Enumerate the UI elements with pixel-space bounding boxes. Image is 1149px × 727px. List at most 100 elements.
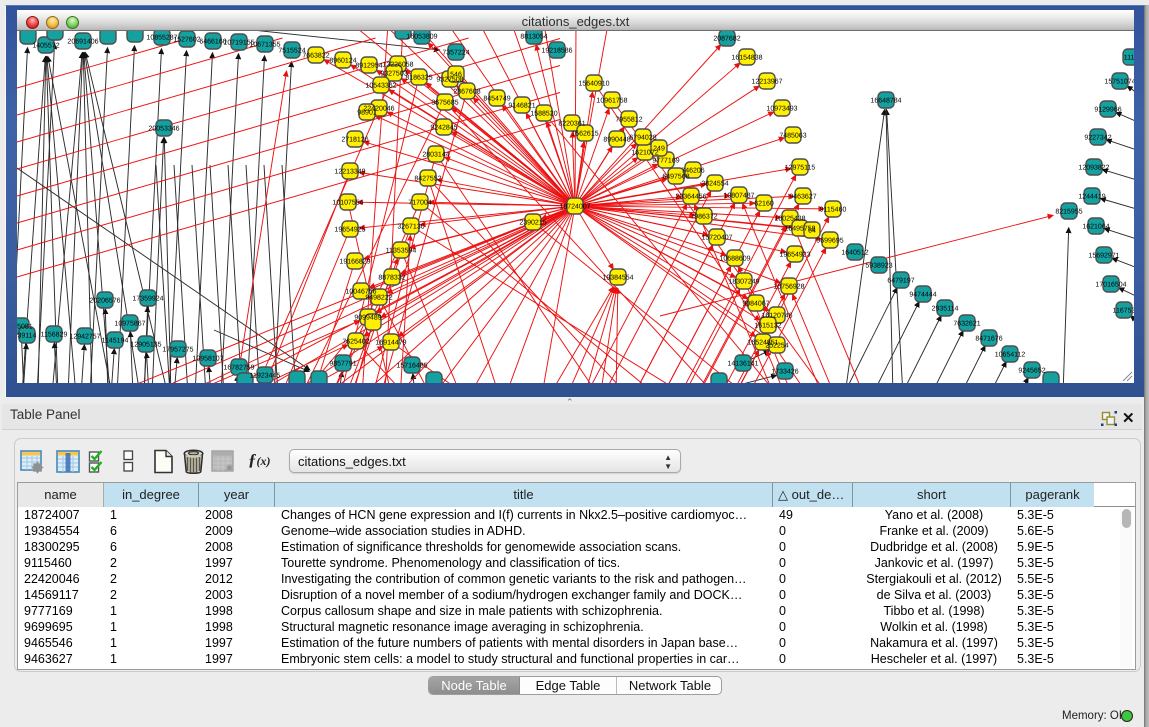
svg-text:16053809: 16053809 [406,34,437,41]
svg-text:64: 64 [808,228,816,235]
svg-text:3267130: 3267130 [397,224,424,231]
svg-text:11353594: 11353594 [386,248,417,255]
svg-text:9327503: 9327503 [380,71,407,78]
svg-text:16648784: 16648784 [870,98,901,105]
svg-text:7485063: 7485063 [779,133,806,140]
svg-text:8186325: 8186325 [405,75,432,82]
svg-text:15751074: 15751074 [1104,79,1134,86]
svg-text:15716485: 15716485 [396,363,427,370]
svg-text:1156829: 1156829 [41,332,68,339]
svg-text:16914479: 16914479 [375,340,406,347]
svg-text:62160: 62160 [754,201,774,208]
svg-text:8220361: 8220361 [558,121,585,128]
svg-text:7625402: 7625402 [342,339,369,346]
svg-text:2718126: 2718126 [341,137,368,144]
svg-text:1615132: 1615132 [754,323,781,330]
svg-text:8454749: 8454749 [483,96,510,103]
svg-text:9463627: 9463627 [789,194,816,201]
svg-text:8215955: 8215955 [1055,209,1082,216]
svg-text:9699695: 9699695 [816,238,843,245]
svg-text:7663822: 7663822 [302,53,329,60]
svg-text:12975115: 12975115 [785,165,816,172]
svg-text:1640512: 1640512 [841,250,868,257]
svg-text:20691406: 20691406 [67,39,98,46]
svg-text:19384554: 19384554 [602,275,633,282]
svg-text:20364456: 20364456 [675,194,706,201]
svg-text:15720407: 15720407 [701,235,732,242]
svg-text:19654923: 19654923 [779,252,810,259]
svg-text:717004: 717004 [408,200,431,207]
svg-text:1405572: 1405572 [32,43,59,50]
svg-text:546: 546 [450,72,462,79]
svg-text:6497568: 6497568 [662,174,689,181]
svg-text:3824554: 3824554 [701,181,728,188]
svg-text:10654112: 10654112 [995,352,1026,359]
svg-text:19166829: 19166829 [339,259,370,266]
svg-text:10671355: 10671355 [249,42,280,49]
svg-text:2803144: 2803144 [422,152,449,159]
svg-text:10961758: 10961758 [596,98,627,105]
svg-text:12093822: 12093822 [1078,165,1109,172]
svg-text:8813054: 8813054 [520,34,547,41]
svg-text:17016504: 17016504 [1095,282,1126,289]
svg-text:3675685: 3675685 [431,100,458,107]
svg-text:1621064: 1621064 [1082,224,1109,231]
svg-text:5938923: 5938923 [865,263,892,270]
svg-text:7955812: 7955812 [615,117,642,124]
svg-text:2935114: 2935114 [932,306,959,313]
svg-text:10975867: 10975867 [114,321,145,328]
svg-text:8960124: 8960124 [329,58,356,65]
svg-text:9498222: 9498222 [365,295,392,302]
svg-text:19654925: 19654925 [334,227,365,234]
svg-text:8990448: 8990448 [603,137,630,144]
svg-text:1733426: 1733426 [771,369,798,376]
svg-text:9099489: 9099489 [354,315,381,322]
svg-text:18724007: 18724007 [559,204,590,211]
svg-text:252254: 252254 [765,343,788,350]
svg-text:116753: 116753 [1113,308,1134,315]
svg-text:7986372: 7986372 [690,214,717,221]
svg-text:8471676: 8471676 [975,336,1002,343]
svg-text:15692971: 15692971 [1088,253,1119,260]
svg-text:2087682: 2087682 [713,36,740,43]
svg-text:315081: 315081 [17,324,33,331]
svg-text:1145194: 1145194 [102,338,129,345]
svg-text:6794028: 6794028 [629,135,656,142]
svg-text:1244419: 1244419 [1078,194,1105,201]
svg-text:13226058: 13226058 [382,62,413,69]
svg-text:7357224: 7357224 [442,50,469,57]
svg-text:12905135: 12905135 [130,342,161,349]
svg-text:16154838: 16154838 [731,55,762,62]
svg-text:11923445: 11923445 [250,373,281,380]
svg-text:1588520: 1588520 [530,111,557,118]
svg-text:9146821: 9146821 [508,103,535,110]
svg-text:9242845: 9242845 [430,125,457,132]
svg-text:10973493: 10973493 [766,106,797,113]
svg-text:249: 249 [653,146,665,153]
svg-text:16782759: 16782759 [223,365,254,372]
svg-text:8878332: 8878332 [378,275,405,282]
svg-text:9084067: 9084067 [742,301,769,308]
svg-text:1562615: 1562615 [571,131,598,138]
svg-text:10807487: 10807487 [723,193,754,200]
svg-text:12213967: 12213967 [751,79,782,86]
svg-text:2867608: 2867608 [453,89,480,96]
svg-text:15640910: 15640910 [578,81,609,88]
svg-text:10025438: 10025438 [774,216,805,223]
svg-text:9227342: 9227342 [1084,135,1111,142]
svg-text:17359924: 17359924 [132,296,163,303]
svg-text:8427552: 8427552 [414,176,441,183]
svg-text:1527602: 1527602 [173,37,200,44]
svg-text:39114: 39114 [18,333,37,340]
svg-text:12213349: 12213349 [334,169,365,176]
svg-text:6479197: 6479197 [887,278,914,285]
svg-text:9474444: 9474444 [909,292,936,299]
svg-text:10543362: 10543362 [365,83,396,90]
svg-text:14136141: 14136141 [727,361,758,368]
svg-text:16120746: 16120746 [761,313,792,320]
svg-text:9245652: 9245652 [1018,368,1045,375]
svg-text:1112: 1112 [1124,55,1134,62]
svg-text:98901: 98901 [357,110,377,117]
svg-text:9777169: 9777169 [652,158,679,165]
svg-text:8912954: 8912954 [355,63,382,70]
